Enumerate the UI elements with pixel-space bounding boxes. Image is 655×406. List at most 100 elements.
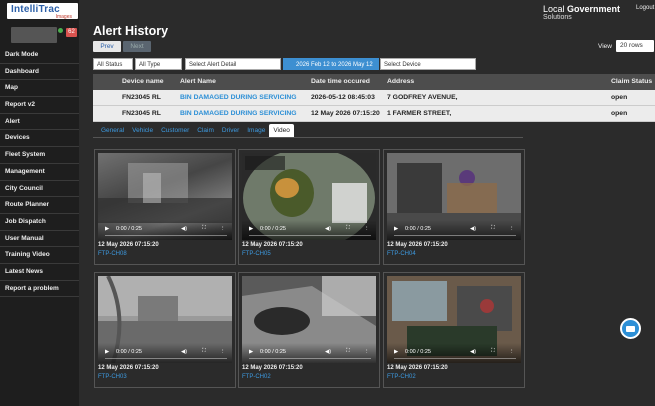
logo[interactable]: IntelliTrac Images bbox=[7, 3, 78, 20]
more-options-icon[interactable]: ⋮ bbox=[509, 226, 515, 232]
video-channel-link[interactable]: FTP-CH02 bbox=[387, 374, 416, 380]
play-icon[interactable]: ▶ bbox=[394, 226, 398, 232]
volume-icon[interactable]: ◀) bbox=[470, 226, 476, 232]
fullscreen-icon[interactable]: ⛶ bbox=[346, 225, 350, 232]
play-icon[interactable]: ▶ bbox=[105, 226, 109, 232]
date-range-filter[interactable]: 2026 Feb 12 to 2026 May 12 bbox=[283, 58, 379, 70]
sidebar-item-latest-news[interactable]: Latest News bbox=[0, 264, 79, 281]
video-channel-link[interactable]: FTP-CH08 bbox=[98, 251, 127, 257]
tab-driver[interactable]: Driver bbox=[218, 124, 243, 137]
play-icon[interactable]: ▶ bbox=[249, 226, 253, 232]
video-card: ▶ 0:00 / 0:25 ◀) ⛶ ⋮ 12 May 2026 07:15:2… bbox=[383, 272, 525, 388]
chat-icon[interactable] bbox=[620, 318, 641, 339]
notification-badge[interactable]: 62 bbox=[66, 28, 77, 37]
volume-icon[interactable]: ◀) bbox=[181, 226, 187, 232]
video-channel-link[interactable]: FTP-CH04 bbox=[387, 251, 416, 257]
sidebar-item-dashboard[interactable]: Dashboard bbox=[0, 64, 79, 81]
volume-icon[interactable]: ◀) bbox=[325, 349, 331, 355]
sidebar-item-devices[interactable]: Devices bbox=[0, 130, 79, 148]
tab-vehicle[interactable]: Vehicle bbox=[128, 124, 157, 137]
video-channel-link[interactable]: FTP-CH03 bbox=[98, 374, 127, 380]
view-label: View bbox=[598, 43, 612, 50]
play-icon[interactable]: ▶ bbox=[394, 349, 398, 355]
fullscreen-icon[interactable]: ⛶ bbox=[202, 225, 206, 232]
table-header: Device name Alert Name Date time occured… bbox=[93, 74, 655, 90]
tab-customer[interactable]: Customer bbox=[157, 124, 193, 137]
video-player[interactable]: ▶ 0:00 / 0:25 ◀) ⛶ ⋮ bbox=[98, 153, 232, 240]
video-player[interactable]: ▶ 0:00 / 0:25 ◀) ⛶ ⋮ bbox=[387, 276, 521, 363]
video-time: 0:00 / 0:25 bbox=[405, 226, 431, 232]
video-channel-link[interactable]: FTP-CH05 bbox=[242, 251, 271, 257]
video-progress-bar[interactable] bbox=[394, 357, 516, 359]
sidebar-item-user-manual[interactable]: User Manual bbox=[0, 231, 79, 248]
tab-video[interactable]: Video bbox=[269, 124, 294, 137]
volume-icon[interactable]: ◀) bbox=[181, 349, 187, 355]
org-subtitle: Solutions bbox=[543, 14, 572, 21]
video-date: 12 May 2026 07:15:20 bbox=[242, 242, 303, 248]
sidebar-item-map[interactable]: Map bbox=[0, 80, 79, 98]
tab-general[interactable]: General bbox=[97, 124, 128, 137]
more-options-icon[interactable]: ⋮ bbox=[220, 349, 226, 355]
row-select bbox=[93, 90, 121, 105]
alert-detail-filter[interactable]: Select Alert Detail bbox=[185, 58, 281, 70]
sidebar-item-report-v2[interactable]: Report v2 bbox=[0, 97, 79, 114]
fullscreen-icon[interactable]: ⛶ bbox=[346, 348, 350, 355]
sidebar-item-report-problem[interactable]: Report a problem bbox=[0, 281, 79, 298]
header-datetime[interactable]: Date time occured bbox=[310, 74, 386, 90]
user-avatar[interactable] bbox=[11, 27, 57, 43]
video-controls: ▶ 0:00 / 0:25 ◀) ⛶ ⋮ bbox=[242, 220, 376, 240]
play-icon[interactable]: ▶ bbox=[105, 349, 109, 355]
video-progress-bar[interactable] bbox=[249, 234, 371, 236]
tab-image[interactable]: Image bbox=[243, 124, 269, 137]
prev-button[interactable]: Prev bbox=[93, 41, 121, 52]
header-address[interactable]: Address bbox=[386, 74, 610, 90]
sidebar-item-alert[interactable]: Alert bbox=[0, 114, 79, 131]
sidebar-item-dark-mode[interactable]: Dark Mode bbox=[0, 47, 79, 64]
video-progress-bar[interactable] bbox=[105, 357, 227, 359]
status-filter[interactable]: All Status bbox=[93, 58, 133, 70]
cell-alert-link[interactable]: BIN DAMAGED DURING SERVICING bbox=[179, 106, 310, 121]
next-button[interactable]: Next bbox=[123, 41, 151, 52]
video-player[interactable]: ▶ 0:00 / 0:25 ◀) ⛶ ⋮ bbox=[242, 153, 376, 240]
device-filter[interactable]: Select Device bbox=[380, 58, 476, 70]
logout-link[interactable]: Logout bbox=[636, 5, 654, 11]
volume-icon[interactable]: ◀) bbox=[325, 226, 331, 232]
video-player[interactable]: ▶ 0:00 / 0:25 ◀) ⛶ ⋮ bbox=[387, 153, 521, 240]
more-options-icon[interactable]: ⋮ bbox=[220, 226, 226, 232]
video-channel-link[interactable]: FTP-CH02 bbox=[242, 374, 271, 380]
video-progress-bar[interactable] bbox=[394, 234, 516, 236]
header-claim-status[interactable]: Claim Status bbox=[610, 74, 655, 90]
table-row[interactable]: FN23045 RL BIN DAMAGED DURING SERVICING … bbox=[93, 90, 655, 106]
cell-alert-link[interactable]: BIN DAMAGED DURING SERVICING bbox=[179, 90, 310, 105]
sidebar-item-management[interactable]: Management bbox=[0, 164, 79, 181]
more-options-icon[interactable]: ⋮ bbox=[509, 349, 515, 355]
sidebar-item-training-video[interactable]: Training Video bbox=[0, 247, 79, 264]
video-progress-bar[interactable] bbox=[249, 357, 371, 359]
chat-bubble-shape bbox=[626, 326, 635, 332]
table-row[interactable]: FN23045 RL BIN DAMAGED DURING SERVICING … bbox=[93, 106, 655, 122]
fullscreen-icon[interactable]: ⛶ bbox=[491, 225, 495, 232]
header-device-name[interactable]: Device name bbox=[121, 74, 179, 90]
more-options-icon[interactable]: ⋮ bbox=[364, 226, 370, 232]
volume-icon[interactable]: ◀) bbox=[470, 349, 476, 355]
rows-per-page-select[interactable]: 20 rows bbox=[616, 40, 654, 52]
sidebar-item-city-council[interactable]: City Council bbox=[0, 181, 79, 198]
video-card: ▶ 0:00 / 0:25 ◀) ⛶ ⋮ 12 May 2026 07:15:2… bbox=[94, 149, 236, 265]
sidebar-item-job-dispatch[interactable]: Job Dispatch bbox=[0, 214, 79, 231]
detail-tabs: General Vehicle Customer Claim Driver Im… bbox=[97, 124, 294, 137]
video-player[interactable]: ▶ 0:00 / 0:25 ◀) ⛶ ⋮ bbox=[98, 276, 232, 363]
sidebar-item-fleet-system[interactable]: Fleet System bbox=[0, 147, 79, 164]
org-name: Local Government bbox=[543, 5, 620, 14]
play-icon[interactable]: ▶ bbox=[249, 349, 253, 355]
video-progress-bar[interactable] bbox=[105, 234, 227, 236]
tab-claim[interactable]: Claim bbox=[193, 124, 218, 137]
video-player[interactable]: ▶ 0:00 / 0:25 ◀) ⛶ ⋮ bbox=[242, 276, 376, 363]
sidebar-item-route-planner[interactable]: Route Planner bbox=[0, 197, 79, 214]
org-name-bold: Government bbox=[567, 4, 621, 14]
header-alert-name[interactable]: Alert Name bbox=[179, 74, 310, 90]
fullscreen-icon[interactable]: ⛶ bbox=[491, 348, 495, 355]
fullscreen-icon[interactable]: ⛶ bbox=[202, 348, 206, 355]
more-options-icon[interactable]: ⋮ bbox=[364, 349, 370, 355]
type-filter[interactable]: All Type bbox=[135, 58, 182, 70]
cell-device: FN23045 RL bbox=[122, 110, 161, 117]
